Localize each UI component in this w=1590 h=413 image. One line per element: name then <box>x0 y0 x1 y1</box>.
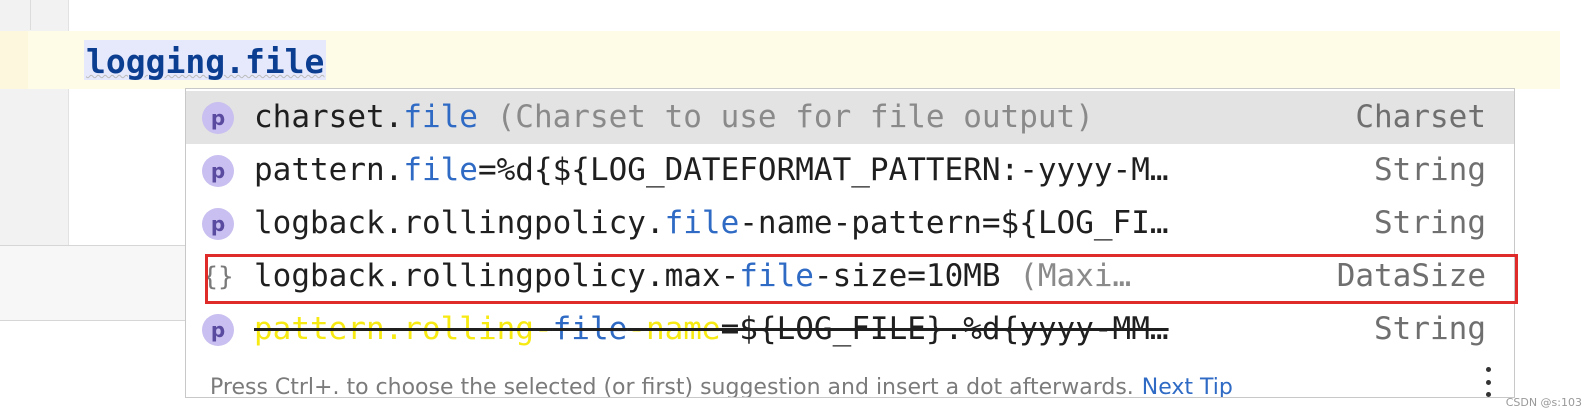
match-text: file <box>664 205 740 241</box>
property-icon: p <box>202 102 234 134</box>
completion-item[interactable]: {} logback.rollingpolicy.max-file-size=1… <box>186 250 1514 303</box>
completion-popup: p charset.file (Charset to use for file … <box>185 88 1515 398</box>
editor-line-text[interactable]: logging.file <box>84 40 327 81</box>
completion-type: Charset <box>1355 99 1486 135</box>
completion-item[interactable]: p charset.file (Charset to use for file … <box>186 91 1514 144</box>
braces-icon: {} <box>202 262 234 292</box>
popup-footer: Press Ctrl+. to choose the selected (or … <box>210 373 1233 398</box>
completion-type: DataSize <box>1336 258 1486 294</box>
watermark: CSDN @s:103 <box>1505 396 1582 409</box>
completion-item[interactable]: p pattern.rolling-file-name=${LOG_FILE}.… <box>186 303 1514 356</box>
property-icon: p <box>202 208 234 240</box>
completion-hint: (Maxi… <box>1000 258 1132 294</box>
completion-label: charset.file (Charset to use for file ou… <box>254 99 1094 135</box>
match-text: file <box>552 311 628 347</box>
completion-item[interactable]: p logback.rollingpolicy.file-name-patter… <box>186 197 1514 250</box>
match-text: file <box>739 258 814 294</box>
lower-divider <box>0 320 185 321</box>
completion-label-deprecated: pattern.rolling-file-name=${LOG_FILE}.%d… <box>254 311 1169 347</box>
completion-type: String <box>1374 311 1486 347</box>
next-tip-link[interactable]: Next Tip <box>1142 375 1233 397</box>
gutter-fold-line <box>30 0 31 30</box>
completion-type: String <box>1374 152 1486 188</box>
completion-item[interactable]: p pattern.file=%d{${LOG_DATEFORMAT_PATTE… <box>186 144 1514 197</box>
completion-hint: (Charset to use for file output) <box>477 99 1094 135</box>
match-text: file <box>403 99 478 135</box>
lower-panel <box>0 246 185 321</box>
property-icon: p <box>202 314 234 346</box>
completion-label: logback.rollingpolicy.file-name-pattern=… <box>254 205 1169 241</box>
completion-type: String <box>1374 205 1486 241</box>
more-options-icon[interactable] <box>1483 367 1493 397</box>
property-icon: p <box>202 155 234 187</box>
footer-text: Press Ctrl+. to choose the selected (or … <box>210 375 1134 398</box>
completion-label: pattern.file=%d{${LOG_DATEFORMAT_PATTERN… <box>254 152 1169 188</box>
completion-label: logback.rollingpolicy.max-file-size=10MB… <box>254 258 1132 294</box>
match-text: file <box>403 152 478 188</box>
